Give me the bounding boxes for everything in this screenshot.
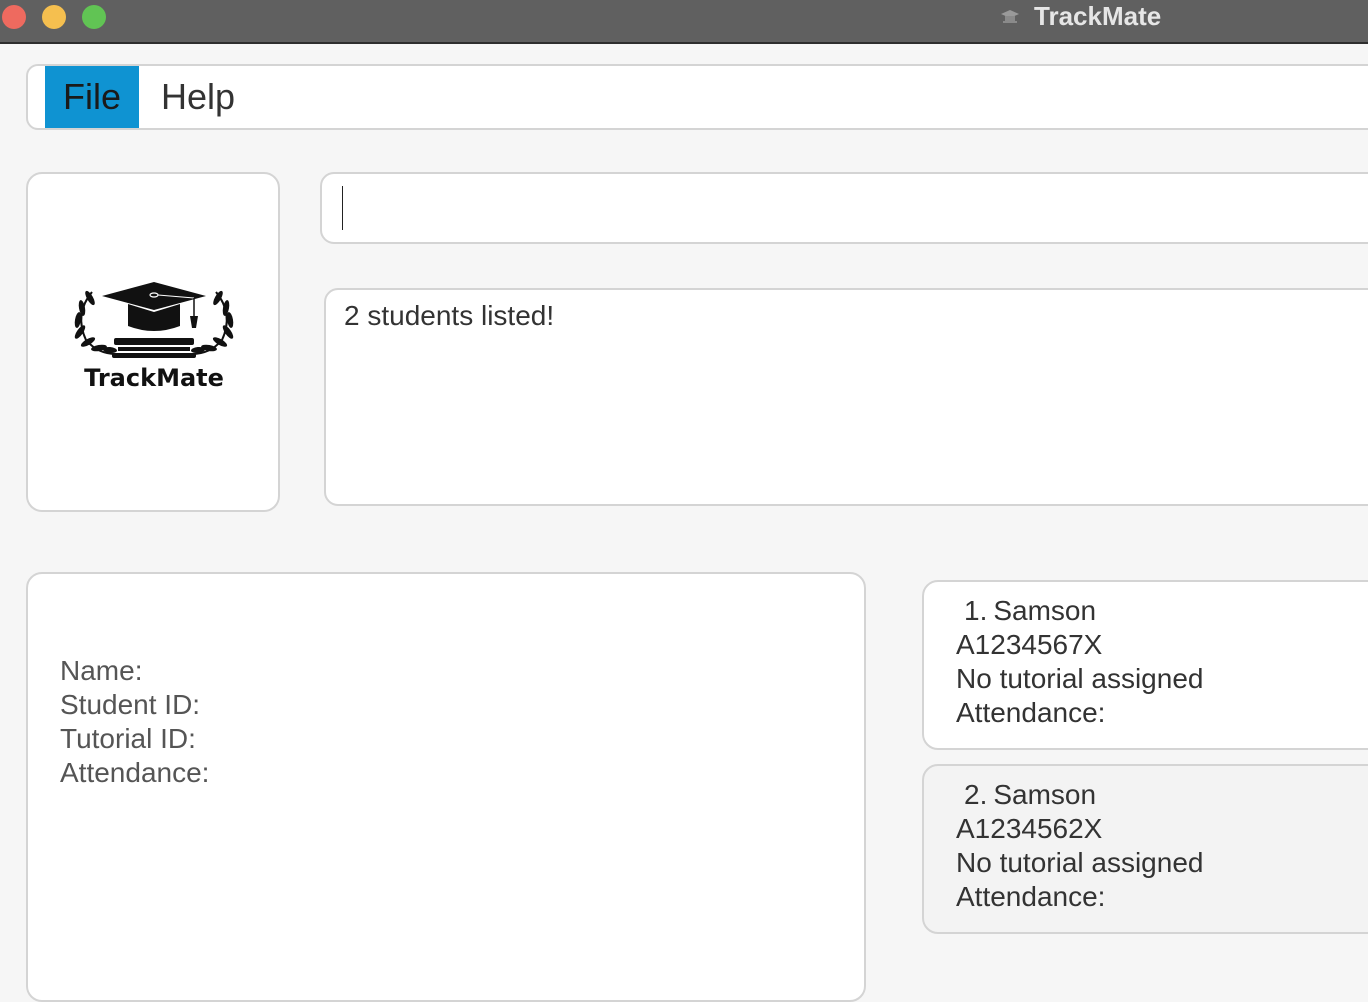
- student-name: Samson: [993, 595, 1097, 626]
- command-input[interactable]: [320, 172, 1368, 244]
- menu-help[interactable]: Help: [139, 66, 253, 128]
- title-bar: TrackMate: [0, 0, 1368, 44]
- logo-card: TrackMate: [26, 172, 280, 512]
- student-index: 2.: [964, 779, 988, 810]
- student-detail-panel: Name: Student ID: Tutorial ID: Attendanc…: [26, 572, 866, 1002]
- student-name-row: 1. Samson: [956, 594, 1368, 628]
- student-index: 1.: [964, 595, 988, 626]
- detail-tutorial-id-label: Tutorial ID:: [60, 723, 196, 754]
- window-title-group: TrackMate: [1000, 0, 1161, 32]
- student-id: A1234562X: [956, 813, 1103, 844]
- student-card[interactable]: 2. Samson A1234562X No tutorial assigned…: [922, 764, 1368, 934]
- minimize-window-button[interactable]: [42, 5, 66, 29]
- student-attendance: Attendance:: [956, 881, 1106, 912]
- detail-student-id-label: Student ID:: [60, 689, 201, 720]
- trackmate-logo: TrackMate: [74, 282, 234, 392]
- detail-attendance-label: Attendance:: [60, 757, 210, 788]
- menu-bar: File Help: [26, 64, 1368, 130]
- student-tutorial: No tutorial assigned: [956, 663, 1204, 694]
- result-display: 2 students listed!: [324, 288, 1368, 506]
- student-card[interactable]: 1. Samson A1234567X No tutorial assigned…: [922, 580, 1368, 750]
- student-attendance: Attendance:: [956, 697, 1106, 728]
- menu-file[interactable]: File: [45, 66, 140, 128]
- graduation-cap-icon: [1001, 10, 1019, 23]
- logo-text: TrackMate: [84, 364, 224, 392]
- close-window-button[interactable]: [2, 5, 26, 29]
- detail-fields: Name: Student ID: Tutorial ID: Attendanc…: [60, 654, 209, 790]
- student-id: A1234567X: [956, 629, 1103, 660]
- detail-name-label: Name:: [60, 655, 143, 686]
- maximize-window-button[interactable]: [82, 5, 106, 29]
- student-name-row: 2. Samson: [956, 778, 1368, 812]
- window-title: TrackMate: [1034, 0, 1162, 31]
- text-caret: [342, 186, 343, 230]
- student-tutorial: No tutorial assigned: [956, 847, 1204, 878]
- result-message: 2 students listed!: [344, 300, 555, 331]
- student-name: Samson: [993, 779, 1097, 810]
